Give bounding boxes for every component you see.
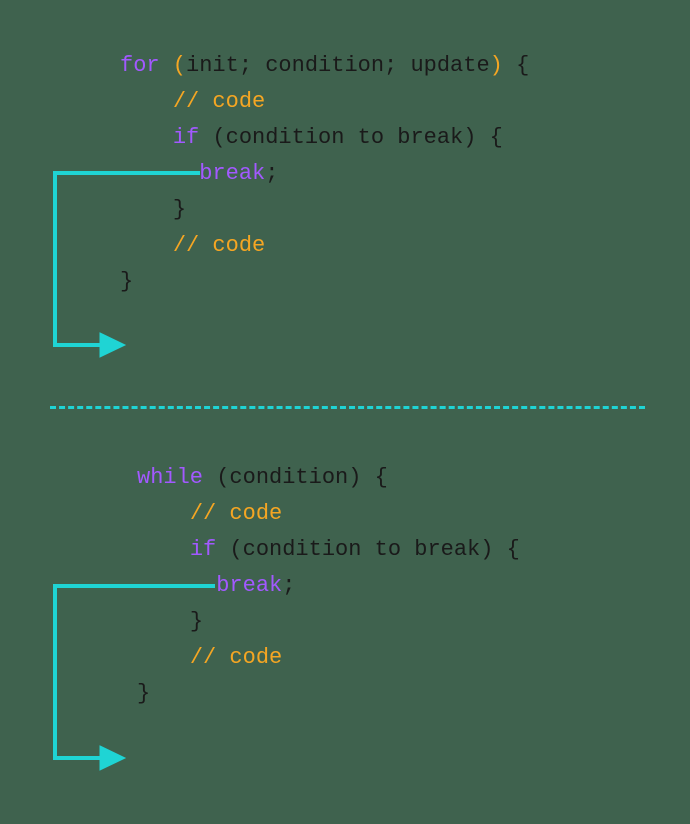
brace-open: {	[503, 53, 529, 78]
for-args: init; condition; update	[186, 53, 490, 78]
code-line: for (init; condition; update) {	[120, 48, 529, 84]
if-keyword: if	[190, 537, 216, 562]
break-keyword: break	[199, 161, 265, 186]
if-condition: (condition to break) {	[216, 537, 520, 562]
semicolon: ;	[265, 161, 278, 186]
while-keyword: while	[137, 465, 203, 490]
code-line: if (condition to break) {	[137, 532, 520, 568]
section-divider	[50, 406, 645, 409]
semicolon: ;	[282, 573, 295, 598]
if-keyword: if	[173, 125, 199, 150]
paren-close: )	[490, 53, 503, 78]
comment: // code	[190, 501, 282, 526]
code-line: // code	[137, 496, 520, 532]
code-line: // code	[120, 84, 529, 120]
paren-open: (	[160, 53, 186, 78]
code-line: while (condition) {	[137, 460, 520, 496]
while-condition: (condition) {	[203, 465, 388, 490]
comment: // code	[173, 89, 265, 114]
break-flow-arrow	[45, 578, 220, 773]
for-keyword: for	[120, 53, 160, 78]
break-keyword: break	[216, 573, 282, 598]
code-line: if (condition to break) {	[120, 120, 529, 156]
break-flow-arrow	[45, 165, 205, 360]
if-condition: (condition to break) {	[199, 125, 503, 150]
